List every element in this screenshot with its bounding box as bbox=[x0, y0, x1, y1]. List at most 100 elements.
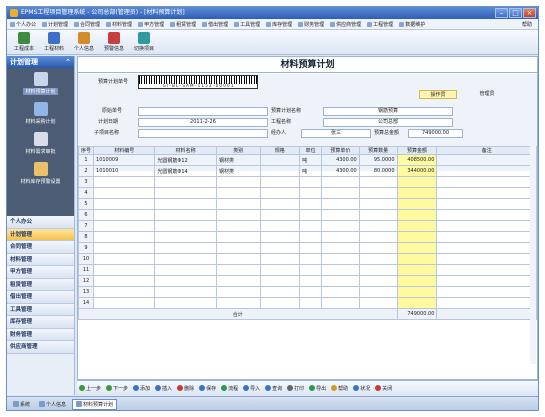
table-row[interactable]: 1 1010009 光圆钢筋Φ12 钢材类 吨 4300.00 95.0000 408500.… bbox=[77, 154, 537, 166]
status-tab[interactable]: 个人信息 bbox=[36, 400, 69, 409]
sidebar-module[interactable]: 材料需求审批 bbox=[7, 132, 74, 162]
date-field[interactable]: 2011-2-26 bbox=[138, 118, 268, 127]
table-cell[interactable] bbox=[358, 220, 398, 232]
menu-item[interactable]: 借出管理 bbox=[199, 21, 231, 28]
table-cell[interactable] bbox=[358, 209, 398, 221]
table-cell[interactable]: 光圆钢筋Φ12 bbox=[154, 154, 217, 166]
action-button[interactable]: 查询 bbox=[265, 385, 282, 392]
sidebar-nav-item[interactable]: 供应商管理 bbox=[7, 341, 74, 354]
table-row[interactable]: 7 bbox=[77, 220, 537, 232]
table-row[interactable]: 8 bbox=[77, 231, 537, 243]
menu-item[interactable]: 租赁管理 bbox=[167, 21, 199, 28]
action-button[interactable]: 保存 bbox=[199, 385, 216, 392]
table-cell[interactable] bbox=[396, 231, 438, 243]
table-cell[interactable] bbox=[320, 231, 360, 243]
table-cell[interactable] bbox=[259, 297, 301, 309]
table-cell[interactable] bbox=[93, 231, 156, 243]
sidebar-nav-item[interactable]: 库存管理 bbox=[7, 316, 74, 329]
sidebar-header[interactable]: 计划管理 ⌃ bbox=[7, 56, 74, 68]
table-header-cell[interactable]: 预算数量 bbox=[358, 146, 398, 155]
table-row[interactable]: 2 1010010 光圆钢筋Φ14 钢材类 吨 4300.00 80.0000 344000.… bbox=[77, 165, 537, 177]
action-button[interactable]: 帮助 bbox=[331, 385, 348, 392]
action-button[interactable]: 导入 bbox=[243, 385, 260, 392]
action-button[interactable]: 导出 bbox=[309, 385, 326, 392]
table-header-cell[interactable]: 类别 bbox=[215, 146, 261, 155]
table-cell[interactable] bbox=[358, 275, 398, 287]
sidebar-nav-item[interactable]: 材料管理 bbox=[7, 253, 74, 266]
table-cell[interactable] bbox=[396, 253, 438, 265]
table-cell[interactable] bbox=[436, 198, 537, 210]
table-cell[interactable] bbox=[320, 264, 360, 276]
table-row[interactable]: 12 bbox=[77, 275, 537, 287]
table-cell[interactable] bbox=[259, 220, 301, 232]
table-cell[interactable] bbox=[299, 198, 322, 210]
table-cell[interactable]: 95.0000 bbox=[358, 154, 398, 166]
table-cell[interactable]: 吨 bbox=[299, 154, 322, 166]
table-cell[interactable] bbox=[93, 187, 156, 199]
table-cell[interactable] bbox=[320, 187, 360, 199]
table-cell[interactable] bbox=[154, 242, 217, 254]
table-cell[interactable] bbox=[320, 253, 360, 265]
table-cell[interactable] bbox=[396, 220, 438, 232]
table-cell[interactable] bbox=[436, 242, 537, 254]
table-cell[interactable] bbox=[93, 286, 156, 298]
action-button[interactable]: 流程 bbox=[221, 385, 238, 392]
table-cell[interactable] bbox=[299, 264, 322, 276]
table-cell[interactable] bbox=[396, 275, 438, 287]
toolbar-button[interactable]: 工程成本 bbox=[11, 30, 37, 54]
menu-item[interactable]: 库存管理 bbox=[263, 21, 295, 28]
table-cell[interactable] bbox=[154, 253, 217, 265]
table-cell[interactable]: 1010009 bbox=[93, 154, 156, 166]
table-cell[interactable] bbox=[215, 187, 261, 199]
table-cell[interactable] bbox=[215, 176, 261, 188]
close-button[interactable]: × bbox=[523, 8, 536, 18]
table-cell[interactable] bbox=[320, 242, 360, 254]
table-cell[interactable]: 408500.00 bbox=[396, 154, 438, 166]
table-cell[interactable] bbox=[358, 297, 398, 309]
project-field[interactable]: 公司总部 bbox=[323, 118, 453, 127]
sidebar-nav-item[interactable]: 租赁管理 bbox=[7, 278, 74, 291]
sidebar-nav-item[interactable]: 合同管理 bbox=[7, 241, 74, 254]
table-cell[interactable] bbox=[215, 275, 261, 287]
table-cell[interactable] bbox=[396, 264, 438, 276]
table-cell[interactable] bbox=[215, 253, 261, 265]
table-cell[interactable] bbox=[215, 231, 261, 243]
maximize-button[interactable]: □ bbox=[509, 8, 522, 18]
table-cell[interactable] bbox=[320, 286, 360, 298]
sidebar-nav-item[interactable]: 个人办公 bbox=[7, 216, 74, 229]
table-cell[interactable] bbox=[436, 231, 537, 243]
table-cell[interactable] bbox=[436, 297, 537, 309]
table-cell[interactable] bbox=[154, 275, 217, 287]
table-row[interactable]: 9 bbox=[77, 242, 537, 254]
table-cell[interactable]: 344000.00 bbox=[396, 165, 438, 177]
table-cell[interactable] bbox=[436, 176, 537, 188]
table-cell[interactable] bbox=[154, 220, 217, 232]
table-cell[interactable] bbox=[259, 198, 301, 210]
plan-name-field[interactable]: 钢筋预算 bbox=[323, 107, 453, 116]
table-cell[interactable] bbox=[299, 231, 322, 243]
table-cell[interactable] bbox=[358, 286, 398, 298]
table-cell[interactable] bbox=[299, 297, 322, 309]
action-button[interactable]: 上一步 bbox=[79, 385, 101, 392]
toolbar-button[interactable]: 切换项目 bbox=[131, 30, 157, 54]
table-cell[interactable] bbox=[299, 286, 322, 298]
table-cell[interactable] bbox=[215, 198, 261, 210]
table-cell[interactable] bbox=[93, 242, 156, 254]
table-cell[interactable]: 4300.00 bbox=[320, 154, 360, 166]
table-cell[interactable]: 80.0000 bbox=[358, 165, 398, 177]
table-cell[interactable] bbox=[299, 176, 322, 188]
table-cell[interactable] bbox=[358, 176, 398, 188]
table-header-cell[interactable]: 材料名称 bbox=[154, 146, 217, 155]
table-cell[interactable] bbox=[358, 253, 398, 265]
table-cell[interactable] bbox=[259, 286, 301, 298]
subproject-field[interactable] bbox=[138, 129, 268, 138]
amount-field[interactable]: 749000.00 bbox=[408, 129, 463, 138]
sidebar-nav-item[interactable]: 工具管理 bbox=[7, 303, 74, 316]
table-cell[interactable] bbox=[259, 275, 301, 287]
table-cell[interactable] bbox=[436, 165, 537, 177]
sidebar-module[interactable]: 材料采购计划 bbox=[7, 102, 74, 132]
table-cell[interactable] bbox=[93, 275, 156, 287]
table-cell[interactable] bbox=[320, 275, 360, 287]
menu-item[interactable]: 个人办公 bbox=[7, 21, 39, 28]
sidebar-nav-item[interactable]: 计划管理 bbox=[7, 228, 74, 241]
